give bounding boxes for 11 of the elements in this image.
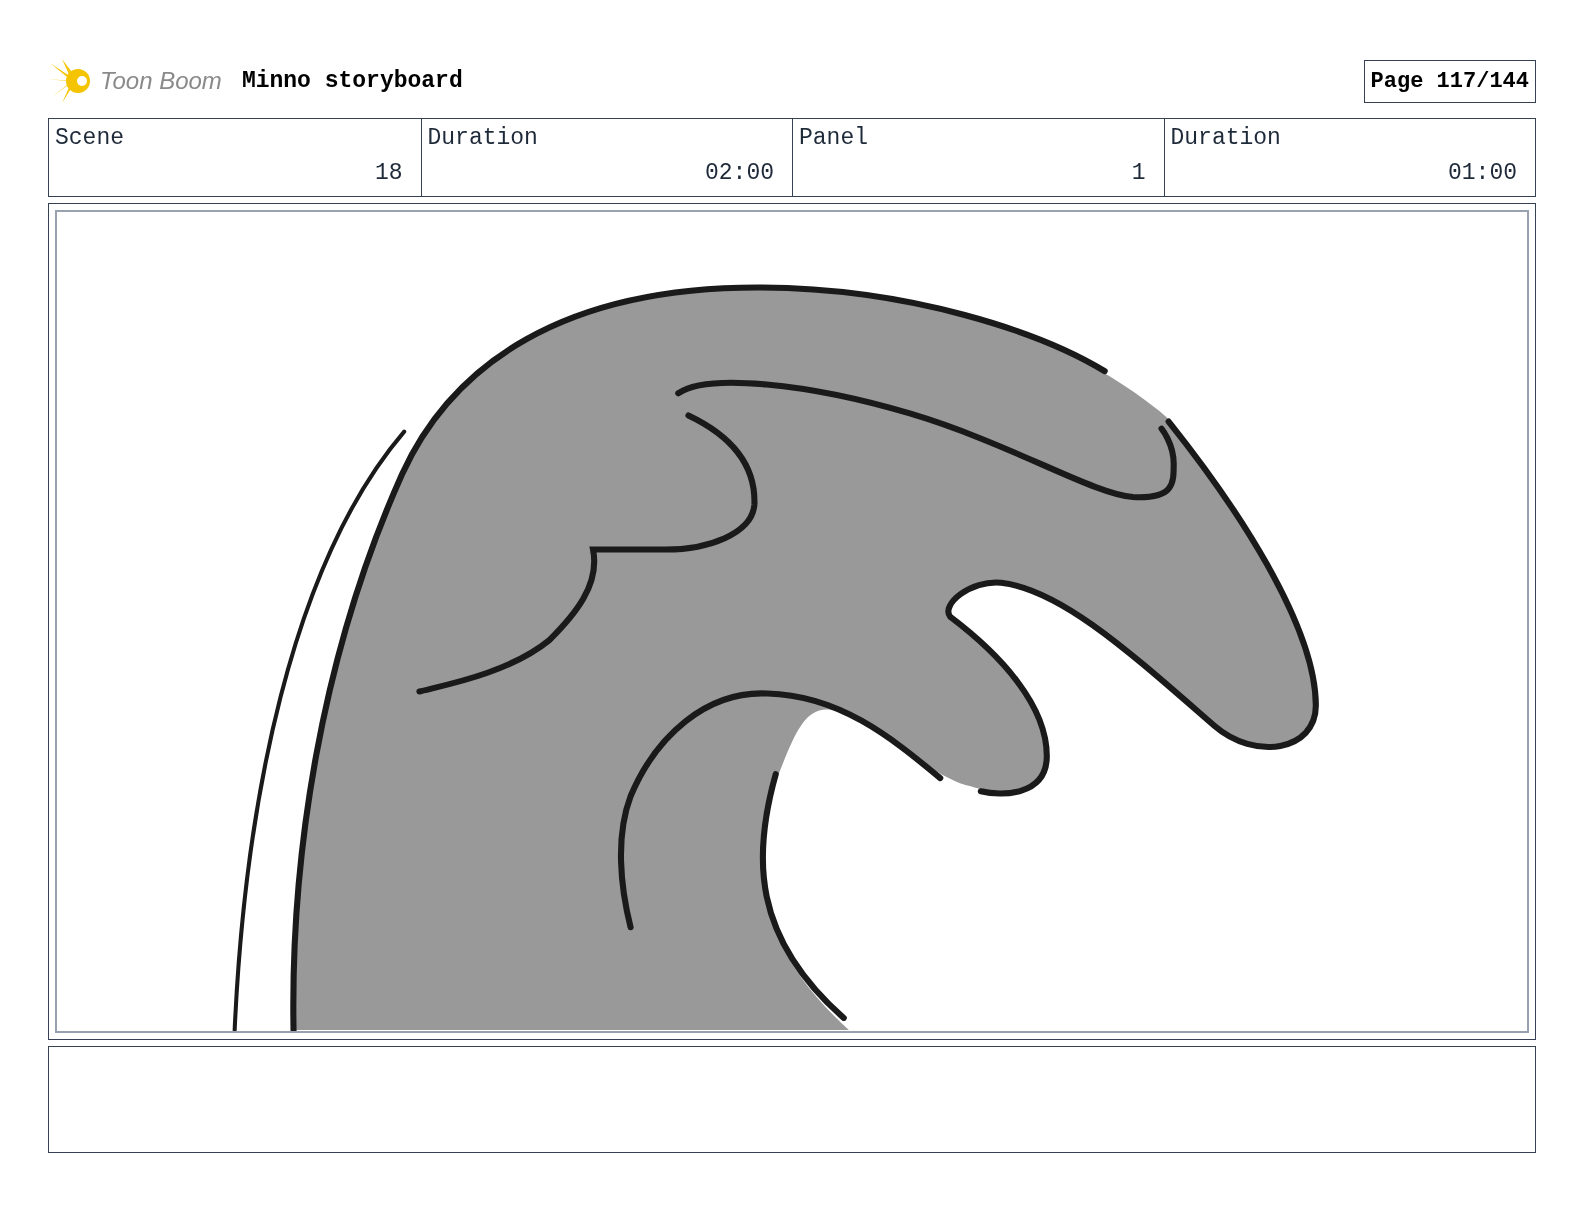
field-value: 01:00 bbox=[1448, 158, 1517, 188]
storyboard-title: Minno storyboard bbox=[241, 66, 463, 96]
field-value: 18 bbox=[374, 158, 403, 188]
field-label: Duration bbox=[427, 124, 539, 153]
field-value: 1 bbox=[1131, 158, 1146, 188]
logo-text: Toon Boom bbox=[100, 66, 222, 96]
field-label: Scene bbox=[55, 124, 125, 153]
page-number: Page 117/144 bbox=[1363, 59, 1536, 103]
field-label: Panel bbox=[799, 124, 869, 153]
field-label: Duration bbox=[1170, 124, 1282, 153]
field-value: 02:00 bbox=[705, 158, 774, 188]
